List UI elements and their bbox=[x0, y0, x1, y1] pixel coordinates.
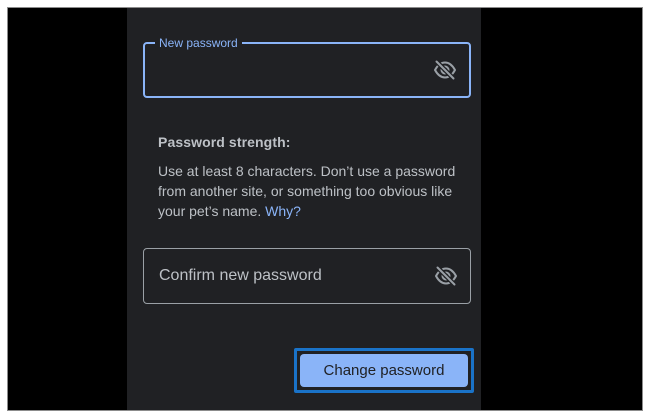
new-password-label: New password bbox=[155, 35, 242, 51]
eye-off-icon[interactable] bbox=[434, 264, 458, 288]
password-strength-description: Use at least 8 characters. Don’t use a p… bbox=[158, 163, 456, 219]
eye-off-icon[interactable] bbox=[433, 58, 457, 82]
password-strength-title: Password strength: bbox=[158, 134, 291, 150]
why-link[interactable]: Why? bbox=[265, 203, 301, 219]
change-password-panel: New password Password strength: Use at l… bbox=[127, 8, 481, 410]
new-password-field[interactable]: New password bbox=[143, 35, 471, 98]
password-strength-section: Password strength: Use at least 8 charac… bbox=[158, 132, 458, 221]
confirm-password-placeholder: Confirm new password bbox=[159, 267, 322, 284]
change-password-button[interactable]: Change password bbox=[300, 354, 468, 387]
screenshot-frame: New password Password strength: Use at l… bbox=[7, 7, 643, 411]
confirm-password-field[interactable]: Confirm new password bbox=[143, 248, 471, 304]
change-password-button-highlight: Change password bbox=[294, 348, 474, 393]
password-strength-hint: Use at least 8 characters. Don’t use a p… bbox=[158, 161, 458, 221]
